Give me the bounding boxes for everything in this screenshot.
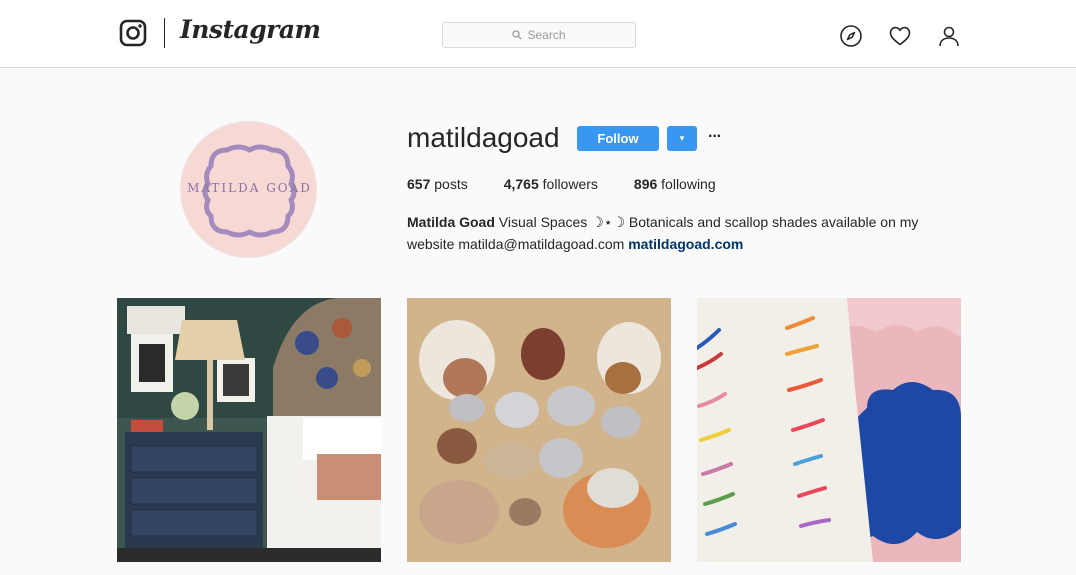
profile-stats: 657 posts 4,765 followers 896 following <box>407 176 752 192</box>
more-options-icon[interactable]: ··· <box>708 124 722 149</box>
following-count-label: following <box>661 176 716 192</box>
profile-bio: Matilda Goad Visual Spaces ☽⋆☽ Botanical… <box>407 211 967 255</box>
followers-count-value: 4,765 <box>503 176 539 192</box>
chevron-down-icon: ▾ <box>679 133 685 143</box>
search-input[interactable]: Search <box>442 22 636 48</box>
profile-avatar[interactable]: MATILDA GOAD <box>180 121 317 258</box>
post-thumbnail-2[interactable] <box>407 298 671 562</box>
suggestions-dropdown-button[interactable]: ▾ <box>667 126 697 151</box>
scallop-embroidery-photo <box>697 298 961 562</box>
search-placeholder: Search <box>527 28 566 42</box>
instagram-wordmark[interactable]: Instagram <box>180 15 321 44</box>
top-navigation-bar: Instagram Search <box>0 0 1076 68</box>
post-thumbnail-1[interactable] <box>117 298 381 562</box>
followers-count[interactable]: 4,765 followers <box>504 176 598 192</box>
bio-website-link[interactable]: matildagoad.com <box>628 236 743 252</box>
search-icon <box>512 30 522 40</box>
heart-icon[interactable] <box>888 24 912 48</box>
compass-icon[interactable] <box>839 24 863 48</box>
follow-button[interactable]: Follow <box>577 126 659 151</box>
posts-count-value: 657 <box>407 176 431 192</box>
profile-username: matildagoad <box>407 122 560 153</box>
bio-full-name: Matilda Goad <box>407 214 495 230</box>
post-thumbnail-3[interactable] <box>697 298 961 562</box>
followers-count-label: followers <box>542 176 598 192</box>
following-count-value: 896 <box>633 176 658 192</box>
posts-count-label: posts <box>434 176 468 192</box>
silver-seashells-photo <box>407 298 671 562</box>
avatar-text: MATILDA GOAD <box>187 181 312 195</box>
bedroom-nightstand-photo <box>117 298 381 562</box>
logo-divider <box>164 18 165 48</box>
posts-count: 657 posts <box>407 176 468 192</box>
instagram-logo-icon[interactable] <box>119 19 147 47</box>
user-icon[interactable] <box>937 24 961 48</box>
following-count[interactable]: 896 following <box>634 176 716 192</box>
